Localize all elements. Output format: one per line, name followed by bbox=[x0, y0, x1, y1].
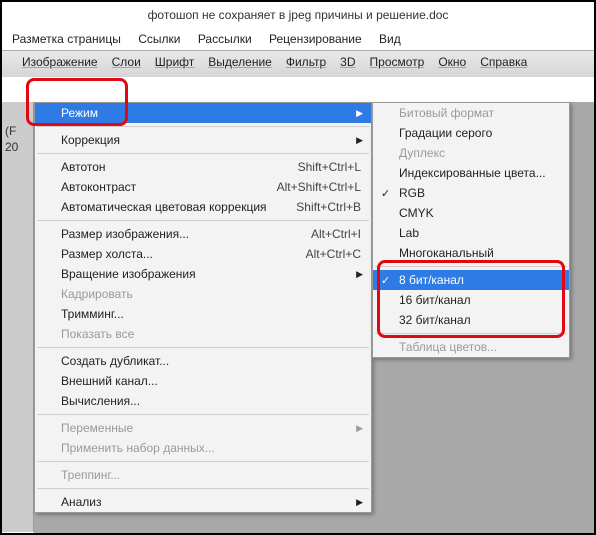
word-menu-item[interactable]: Вид bbox=[379, 32, 401, 46]
menu-layers[interactable]: Слои bbox=[112, 55, 141, 69]
mode-color-table: Таблица цветов... bbox=[373, 337, 569, 357]
menu-item-duplicate[interactable]: Создать дубликат... bbox=[35, 351, 371, 371]
menu-item-mode[interactable]: Режим▶ bbox=[35, 103, 371, 123]
mode-grayscale[interactable]: Градации серого bbox=[373, 123, 569, 143]
menu-separator bbox=[37, 488, 369, 489]
left-panel-slice: (F20 bbox=[2, 102, 34, 532]
window-title: фотошоп не сохраняет в jpeg причины и ре… bbox=[2, 2, 594, 26]
menu-item-autocontrast[interactable]: АвтоконтрастAlt+Shift+Ctrl+L bbox=[35, 177, 371, 197]
mode-bitmap: Битовый формат bbox=[373, 103, 569, 123]
check-icon: ✓ bbox=[381, 274, 390, 287]
menu-item-crop: Кадрировать bbox=[35, 284, 371, 304]
app-toolbar: Изображение Слои Шрифт Выделение Фильтр … bbox=[2, 51, 594, 77]
menu-select[interactable]: Выделение bbox=[208, 55, 272, 69]
mode-indexed[interactable]: Индексированные цвета... bbox=[373, 163, 569, 183]
app-menubar: Изображение Слои Шрифт Выделение Фильтр … bbox=[22, 55, 527, 69]
word-menu-item[interactable]: Ссылки bbox=[138, 32, 180, 46]
submenu-arrow-icon: ▶ bbox=[356, 108, 363, 119]
menu-help[interactable]: Справка bbox=[480, 55, 527, 69]
menu-item-variables: Переменные▶ bbox=[35, 418, 371, 438]
word-menu-item[interactable]: Рецензирование bbox=[269, 32, 362, 46]
menu-separator bbox=[37, 347, 369, 348]
menu-separator bbox=[37, 220, 369, 221]
menu-type[interactable]: Шрифт bbox=[155, 55, 194, 69]
check-icon: ✓ bbox=[381, 187, 390, 200]
menu-window[interactable]: Окно bbox=[438, 55, 466, 69]
menu-image[interactable]: Изображение bbox=[22, 55, 98, 69]
menu-item-analysis[interactable]: Анализ▶ bbox=[35, 492, 371, 512]
mode-submenu: Битовый формат Градации серого Дуплекс И… bbox=[372, 102, 570, 358]
menu-item-autocolor[interactable]: Автоматическая цветовая коррекцияShift+C… bbox=[35, 197, 371, 217]
menu-item-image-size[interactable]: Размер изображения...Alt+Ctrl+I bbox=[35, 224, 371, 244]
menu-item-reveal-all: Показать все bbox=[35, 324, 371, 344]
mode-duotone: Дуплекс bbox=[373, 143, 569, 163]
menu-item-calculations[interactable]: Вычисления... bbox=[35, 391, 371, 411]
menu-item-canvas-size[interactable]: Размер холста...Alt+Ctrl+C bbox=[35, 244, 371, 264]
word-menu-item[interactable]: Рассылки bbox=[198, 32, 252, 46]
menu-item-autotone[interactable]: АвтотонShift+Ctrl+L bbox=[35, 157, 371, 177]
mode-16bit[interactable]: 16 бит/канал bbox=[373, 290, 569, 310]
menu-separator bbox=[375, 266, 567, 267]
mode-multichannel[interactable]: Многоканальный bbox=[373, 243, 569, 263]
submenu-arrow-icon: ▶ bbox=[356, 423, 363, 434]
menu-separator bbox=[37, 126, 369, 127]
submenu-arrow-icon: ▶ bbox=[356, 135, 363, 146]
menu-item-trim[interactable]: Тримминг... bbox=[35, 304, 371, 324]
menu-separator bbox=[37, 461, 369, 462]
menu-item-adjustments[interactable]: Коррекция▶ bbox=[35, 130, 371, 150]
submenu-arrow-icon: ▶ bbox=[356, 497, 363, 508]
word-menubar: Разметка страницы Ссылки Рассылки Реценз… bbox=[2, 26, 594, 51]
menu-item-rotate[interactable]: Вращение изображения▶ bbox=[35, 264, 371, 284]
menu-view[interactable]: Просмотр bbox=[370, 55, 425, 69]
menu-separator bbox=[37, 414, 369, 415]
menu-3d[interactable]: 3D bbox=[340, 55, 355, 69]
submenu-arrow-icon: ▶ bbox=[356, 269, 363, 280]
menu-item-apply-dataset: Применить набор данных... bbox=[35, 438, 371, 458]
menu-item-trap: Треппинг... bbox=[35, 465, 371, 485]
menu-separator bbox=[37, 153, 369, 154]
mode-cmyk[interactable]: CMYK bbox=[373, 203, 569, 223]
mode-32bit[interactable]: 32 бит/канал bbox=[373, 310, 569, 330]
image-menu-dropdown: Режим▶ Коррекция▶ АвтотонShift+Ctrl+L Ав… bbox=[34, 102, 372, 513]
word-menu-item[interactable]: Разметка страницы bbox=[12, 32, 121, 46]
mode-lab[interactable]: Lab bbox=[373, 223, 569, 243]
menu-separator bbox=[375, 333, 567, 334]
menu-filter[interactable]: Фильтр bbox=[286, 55, 326, 69]
mode-8bit[interactable]: ✓8 бит/канал bbox=[373, 270, 569, 290]
menu-item-apply-image[interactable]: Внешний канал... bbox=[35, 371, 371, 391]
mode-rgb[interactable]: ✓RGB bbox=[373, 183, 569, 203]
